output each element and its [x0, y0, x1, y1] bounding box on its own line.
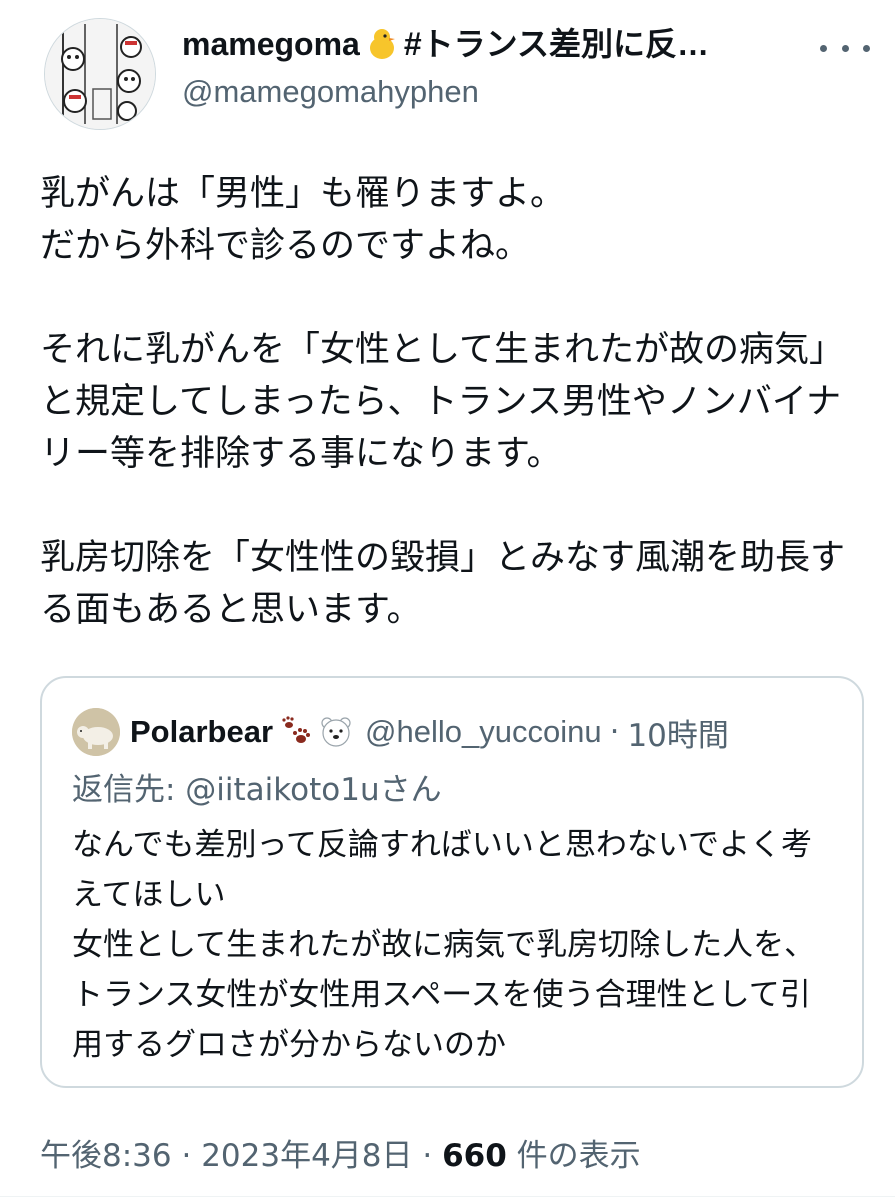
polar-bear-emoji-icon — [319, 715, 353, 749]
display-name-suffix: #トランス差別に反… — [403, 26, 710, 62]
author-avatar[interactable] — [44, 18, 156, 130]
separator-dot: · — [609, 714, 620, 750]
view-count-label: 件の表示 — [506, 1138, 641, 1174]
author-handle[interactable]: @mamegomahyphen — [182, 70, 802, 114]
author-names: mamegoma #トランス差別に反… @mamegomahyphen — [182, 22, 802, 114]
paw-prints-emoji-icon — [279, 715, 313, 749]
quoted-tweet-header: Polarbear @hello_yuccoinu · 10時間 — [72, 708, 729, 756]
display-name-prefix: mamegoma — [182, 26, 360, 62]
tweet-text: 乳がんは「男性」も罹りますよ。 だから外科で診るのですよね。 それに乳がんを「女… — [40, 174, 846, 630]
separator-dot: · — [412, 1138, 443, 1174]
tweet-metadata: 午後8:36 · 2023年4月8日 · 660 件の表示 — [40, 1134, 641, 1178]
quoted-tweet-text: なんでも差別って反論すればいいと思わないでよく考えてほしい 女性として生まれたが… — [72, 827, 816, 1063]
quoted-author-handle: @hello_yuccoinu — [365, 714, 602, 749]
author-display-name[interactable]: mamegoma #トランス差別に反… — [182, 22, 802, 66]
quoted-author-avatar — [72, 708, 120, 756]
avatar-illustration — [45, 19, 155, 129]
tweet-header: mamegoma #トランス差別に反… @mamegomahyphen — [0, 0, 895, 140]
reply-to-label: 返信先: @iitaikoto1uさん — [72, 772, 442, 808]
post-time[interactable]: 午後8:36 — [40, 1138, 172, 1174]
chick-emoji-icon — [364, 26, 400, 62]
quoted-time: 10時間 — [627, 717, 729, 754]
divider — [0, 1196, 895, 1197]
view-count: 660 — [442, 1138, 507, 1174]
quoted-tweet[interactable]: Polarbear @hello_yuccoinu · 10時間 返信先: @i… — [40, 676, 864, 1088]
separator-dot: · — [171, 1138, 202, 1174]
quoted-author-name: Polarbear — [130, 714, 274, 749]
post-date[interactable]: 2023年4月8日 — [201, 1138, 412, 1174]
more-options-icon[interactable] — [820, 36, 870, 60]
polar-bear-photo-icon — [72, 708, 120, 756]
